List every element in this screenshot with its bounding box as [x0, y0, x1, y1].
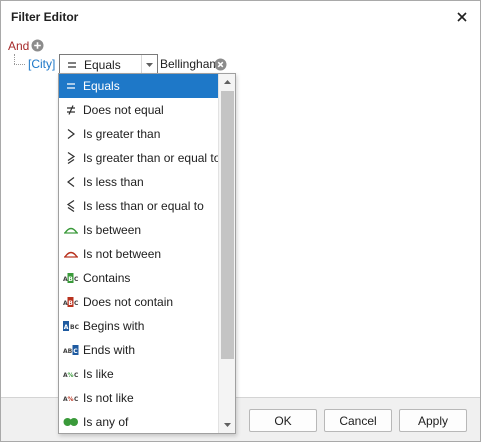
operator-option[interactable]: Is less than [59, 170, 218, 194]
chevron-down-icon [223, 423, 231, 427]
operator-option-label: Is not like [83, 391, 134, 405]
scroll-up-button[interactable] [219, 74, 235, 90]
operator-combo[interactable]: Equals [59, 54, 158, 75]
less-than-icon [67, 177, 75, 187]
contains-icon: A B C [63, 273, 79, 283]
add-condition-icon[interactable] [31, 39, 44, 52]
any-of-icon [63, 418, 78, 426]
apply-button[interactable]: Apply [399, 409, 467, 432]
svg-text:AB: AB [63, 348, 73, 355]
svg-text:C: C [73, 348, 78, 355]
tree-connector [14, 54, 15, 64]
scroll-thumb[interactable] [221, 91, 234, 359]
svg-text:%: % [68, 372, 74, 379]
svg-text:B: B [68, 276, 73, 283]
operator-option[interactable]: Is greater than [59, 122, 218, 146]
cancel-button[interactable]: Cancel [324, 409, 392, 432]
operator-option-label: Ends with [83, 343, 136, 357]
svg-text:%: % [68, 396, 74, 403]
operator-option[interactable]: A B C Contains [59, 266, 218, 290]
close-icon [457, 12, 467, 22]
operator-option-label: Is greater than [83, 127, 161, 141]
operator-option[interactable]: A % C Is like [59, 362, 218, 386]
tree-connector [14, 64, 25, 65]
dialog-title: Filter Editor [11, 10, 79, 24]
svg-text:C: C [74, 372, 79, 379]
svg-text:A: A [64, 324, 69, 331]
operator-option[interactable]: Is not between [59, 242, 218, 266]
scroll-down-button[interactable] [219, 417, 235, 433]
operator-option-label: Is less than or equal to [83, 199, 204, 213]
operator-option[interactable]: Does not equal [59, 98, 218, 122]
operator-option-label: Does not contain [83, 295, 174, 309]
operator-option[interactable]: A % C Is not like [59, 386, 218, 410]
operator-option[interactable]: Is greater than or equal to [59, 146, 218, 170]
chevron-down-icon [146, 62, 153, 67]
dropdown-scrollbar[interactable] [218, 74, 235, 433]
remove-condition-icon[interactable] [214, 58, 227, 71]
svg-text:C: C [74, 300, 79, 307]
operator-list: Equals Does not equal Is greater than Is… [59, 74, 218, 433]
close-button[interactable] [452, 7, 472, 27]
begins-with-icon: A BC [63, 321, 79, 331]
svg-text:C: C [74, 276, 79, 283]
not-like-icon: A % C [63, 396, 79, 403]
operator-option[interactable]: A B C Does not contain [59, 290, 218, 314]
operator-option[interactable]: AB C Ends with [59, 338, 218, 362]
ok-button[interactable]: OK [249, 409, 317, 432]
svg-text:A: A [63, 276, 68, 283]
operator-option-label: Is between [83, 223, 142, 237]
svg-text:BC: BC [70, 324, 79, 331]
operator-option-label: Equals [83, 79, 120, 93]
like-icon: A % C [63, 372, 79, 379]
svg-text:B: B [68, 300, 73, 307]
equals-icon [68, 62, 76, 68]
operator-option-label: Is less than [83, 175, 144, 189]
operator-option-label: Does not equal [83, 103, 164, 117]
condition-field[interactable]: [City] [28, 57, 55, 71]
operator-option-label: Is not between [83, 247, 162, 261]
equals-icon [67, 83, 75, 89]
less-equal-icon [66, 200, 75, 212]
operator-dropdown: Equals Does not equal Is greater than Is… [58, 73, 236, 434]
not-equal-icon [67, 105, 75, 115]
operator-option[interactable]: Is any of [59, 410, 218, 433]
condition-value[interactable]: Bellingham [160, 57, 219, 71]
operator-option-label: Begins with [83, 319, 145, 333]
operator-value: Equals [84, 58, 121, 72]
not-between-icon [64, 251, 78, 258]
group-operator[interactable]: And [8, 39, 29, 53]
operator-option[interactable]: A BC Begins with [59, 314, 218, 338]
title-bar: Filter Editor [1, 1, 480, 33]
greater-equal-icon [67, 152, 76, 164]
operator-option[interactable]: Is between [59, 218, 218, 242]
greater-than-icon [67, 129, 75, 139]
operator-option[interactable]: Equals [59, 74, 218, 98]
between-icon [64, 227, 78, 234]
ends-with-icon: AB C [63, 345, 79, 355]
operator-option-label: Is greater than or equal to [83, 151, 218, 165]
svg-text:C: C [74, 396, 79, 403]
operator-option-label: Is like [83, 367, 114, 381]
not-contain-icon: A B C [63, 297, 79, 307]
operator-option-label: Contains [83, 271, 131, 285]
chevron-up-icon [223, 80, 231, 84]
operator-option-label: Is any of [83, 415, 129, 429]
operator-option[interactable]: Is less than or equal to [59, 194, 218, 218]
svg-text:A: A [63, 300, 68, 307]
combo-dropdown-button[interactable] [141, 55, 157, 74]
